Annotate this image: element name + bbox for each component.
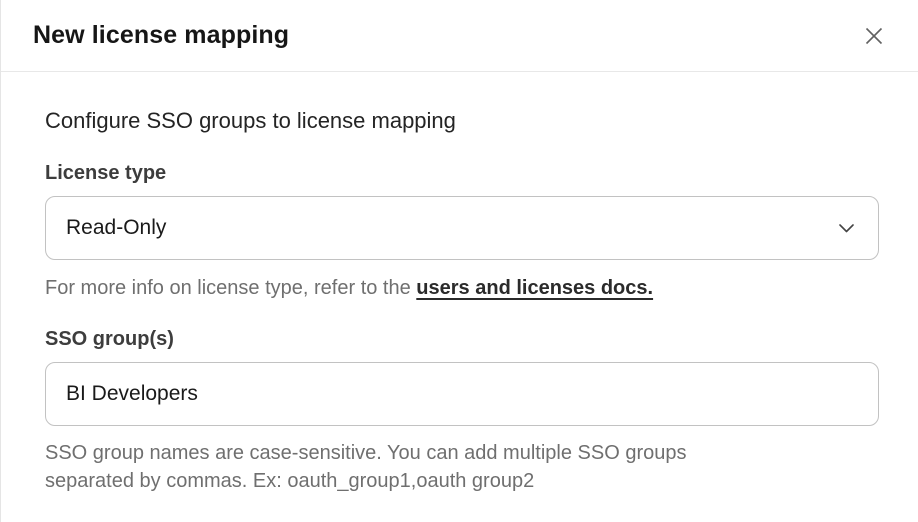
modal-title: New license mapping bbox=[33, 21, 289, 50]
sso-groups-helper-line1: SSO group names are case-sensitive. You … bbox=[45, 439, 878, 467]
license-type-helper-prefix: For more info on license type, refer to … bbox=[45, 277, 416, 299]
new-license-mapping-modal: New license mapping Configure SSO groups… bbox=[0, 0, 918, 522]
license-type-select[interactable]: Read-Only bbox=[45, 196, 879, 260]
sso-groups-input[interactable] bbox=[66, 382, 854, 406]
close-button[interactable] bbox=[860, 22, 888, 50]
modal-header: New license mapping bbox=[1, 0, 918, 72]
modal-body: Configure SSO groups to license mapping … bbox=[1, 72, 918, 495]
field-group-sso-groups: SSO group(s) SSO group names are case-se… bbox=[45, 326, 878, 495]
chevron-down-icon bbox=[839, 224, 854, 233]
sso-groups-input-wrapper bbox=[45, 362, 879, 426]
sso-groups-helper-line2: separated by commas. Ex: oauth_group1,oa… bbox=[45, 467, 878, 495]
license-type-selected-value: Read-Only bbox=[66, 216, 166, 240]
sso-groups-label: SSO group(s) bbox=[45, 326, 878, 352]
users-and-licenses-docs-link[interactable]: users and licenses docs. bbox=[416, 277, 653, 299]
section-heading: Configure SSO groups to license mapping bbox=[45, 106, 878, 136]
license-type-helper-text: For more info on license type, refer to … bbox=[45, 274, 878, 302]
license-type-label: License type bbox=[45, 160, 878, 186]
close-icon bbox=[864, 26, 884, 46]
field-group-license-type: License type Read-Only For more info on … bbox=[45, 160, 878, 302]
sso-groups-helper-text: SSO group names are case-sensitive. You … bbox=[45, 439, 878, 495]
